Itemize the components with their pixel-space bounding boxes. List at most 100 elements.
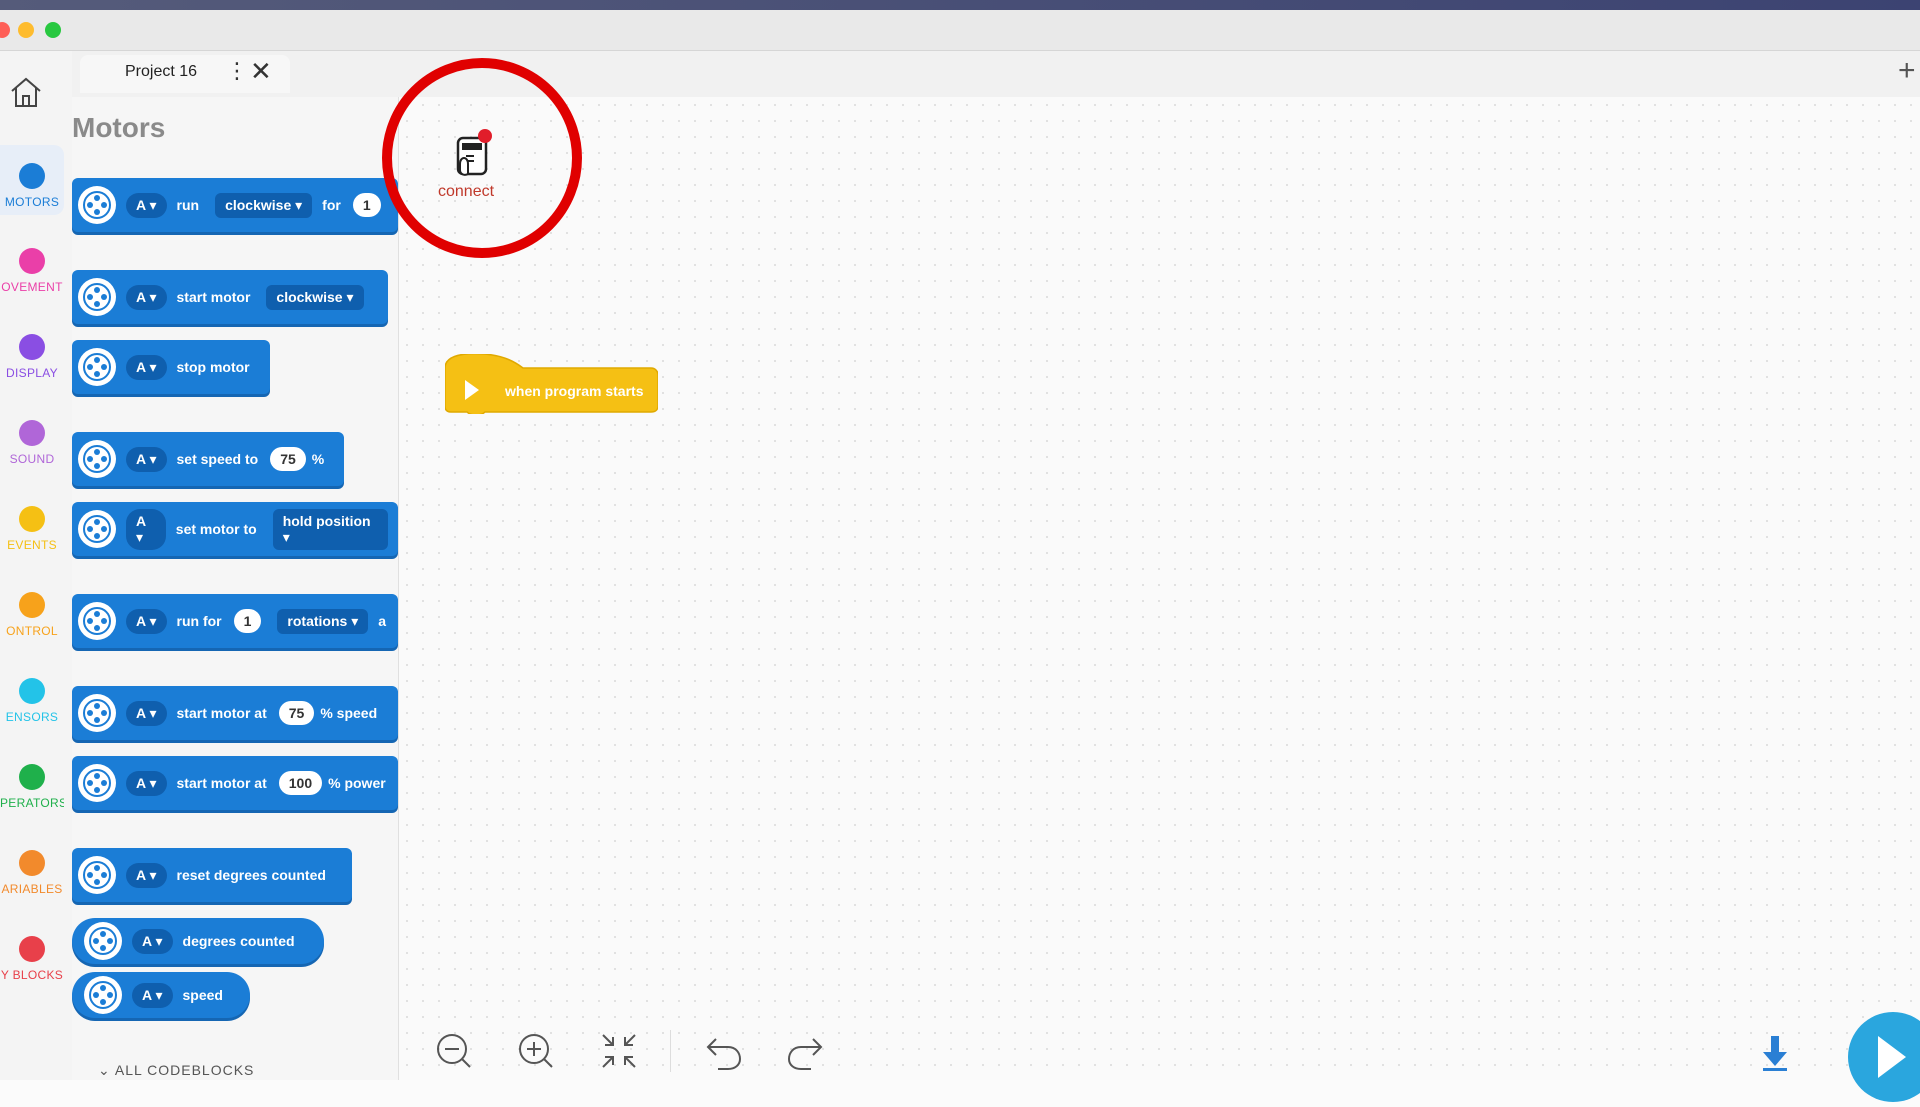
- minimize-window-button[interactable]: [18, 22, 34, 38]
- category-display[interactable]: DISPLAY: [0, 334, 64, 380]
- motor-icon: [78, 694, 116, 732]
- new-tab-icon[interactable]: +: [1898, 56, 1916, 86]
- direction-dropdown[interactable]: clockwise ▾: [215, 192, 313, 218]
- tab-close-icon[interactable]: ✕: [250, 58, 272, 84]
- reporter-degrees-counted[interactable]: A ▾ degrees counted: [72, 918, 324, 964]
- category-operators[interactable]: PERATORS: [0, 764, 64, 810]
- port-dropdown[interactable]: A ▾: [126, 284, 167, 310]
- download-icon[interactable]: [1755, 1032, 1795, 1072]
- port-value: A: [136, 196, 146, 213]
- category-label: SOUND: [9, 452, 55, 466]
- tab-bar: [72, 51, 1920, 97]
- speed-input[interactable]: 75: [278, 701, 315, 725]
- category-sound[interactable]: SOUND: [0, 420, 64, 466]
- block-run-for[interactable]: A ▾ run clockwise ▾ for 1: [72, 178, 398, 232]
- block-text: run for: [176, 613, 222, 629]
- zoom-window-button[interactable]: [45, 22, 61, 38]
- zoom-out-icon[interactable]: [433, 1030, 475, 1072]
- port-value: A: [136, 612, 146, 629]
- category-dot: [19, 506, 45, 532]
- block-start-motor-speed[interactable]: A ▾ start motor at 75 % speed: [72, 686, 398, 740]
- redo-icon[interactable]: [784, 1030, 826, 1072]
- block-stop-motor[interactable]: A ▾ stop motor: [72, 340, 270, 394]
- port-value: A: [136, 358, 146, 375]
- category-sensors[interactable]: ENSORS: [0, 678, 64, 724]
- window-titlebar: [0, 10, 1920, 51]
- port-value: A: [136, 866, 146, 883]
- tab-menu-icon[interactable]: ⋮: [226, 60, 248, 82]
- block-text: stop motor: [176, 359, 250, 375]
- port-dropdown[interactable]: A ▾: [126, 862, 167, 888]
- port-dropdown[interactable]: A ▾: [126, 354, 167, 380]
- power-input[interactable]: 100: [278, 771, 323, 795]
- stop-action-value: hold position: [282, 512, 371, 529]
- motor-icon: [78, 510, 116, 548]
- block-reset-degrees[interactable]: A ▾ reset degrees counted: [72, 848, 352, 902]
- port-dropdown[interactable]: A ▾: [126, 700, 167, 726]
- block-text: speed: [182, 987, 223, 1003]
- menu-bar: [0, 0, 1920, 10]
- block-start-motor-power[interactable]: A ▾ start motor at 100 % power: [72, 756, 398, 810]
- port-value: A: [136, 704, 146, 721]
- category-dot: [19, 248, 45, 274]
- reporter-speed[interactable]: A ▾ speed: [72, 972, 250, 1018]
- play-button[interactable]: [1848, 1012, 1920, 1102]
- close-window-button[interactable]: [0, 22, 10, 38]
- direction-dropdown[interactable]: clockwise ▾: [266, 284, 364, 310]
- port-dropdown[interactable]: A ▾: [126, 446, 167, 472]
- port-dropdown[interactable]: A ▾: [132, 928, 173, 954]
- category-my-blocks[interactable]: Y BLOCKS: [0, 936, 64, 982]
- category-dot: [19, 936, 45, 962]
- fit-to-screen-icon[interactable]: [598, 1030, 640, 1072]
- category-dot: [19, 334, 45, 360]
- block-set-speed[interactable]: A ▾ set speed to 75 %: [72, 432, 344, 486]
- chevron-down-icon: ⌄: [98, 1062, 111, 1078]
- port-dropdown[interactable]: A ▾: [126, 192, 167, 218]
- code-canvas[interactable]: [399, 97, 1920, 1080]
- project-tab-title[interactable]: Project 16: [125, 63, 197, 81]
- port-dropdown[interactable]: A ▾: [126, 770, 167, 796]
- category-variables[interactable]: ARIABLES: [0, 850, 64, 896]
- speed-input[interactable]: 75: [270, 447, 306, 471]
- palette-title: Motors: [72, 112, 166, 143]
- port-dropdown[interactable]: A ▾: [132, 982, 173, 1008]
- category-events[interactable]: EVENTS: [0, 506, 64, 552]
- port-dropdown[interactable]: A ▾: [126, 608, 167, 634]
- category-label: ENSORS: [5, 710, 59, 724]
- stop-action-dropdown[interactable]: hold position ▾: [272, 508, 388, 550]
- undo-icon[interactable]: [703, 1030, 745, 1072]
- unit-dropdown[interactable]: rotations ▾: [277, 608, 369, 634]
- category-dot: [19, 678, 45, 704]
- motor-icon: [78, 186, 116, 224]
- zoom-in-icon[interactable]: [515, 1030, 557, 1072]
- amount-input[interactable]: 1: [233, 609, 262, 633]
- block-text: set motor to: [175, 521, 257, 537]
- home-icon[interactable]: [8, 74, 44, 110]
- category-control[interactable]: ONTROL: [0, 592, 64, 638]
- number-input[interactable]: 1: [352, 193, 381, 217]
- category-label: ARIABLES: [1, 882, 63, 896]
- port-value: A: [136, 450, 146, 467]
- port-value: A: [142, 986, 152, 1003]
- unit-value: rotations: [287, 612, 348, 629]
- block-run-for-rotations[interactable]: A ▾ run for 1 rotations ▾ a: [72, 594, 398, 648]
- category-dot: [19, 850, 45, 876]
- category-motors[interactable]: MOTORS: [0, 145, 64, 215]
- motor-icon: [84, 922, 122, 960]
- port-dropdown[interactable]: A ▾: [126, 508, 166, 550]
- block-text: a: [378, 613, 387, 629]
- motor-icon: [78, 278, 116, 316]
- block-start-motor[interactable]: A ▾ start motor clockwise ▾: [72, 270, 388, 324]
- motor-icon: [78, 348, 116, 386]
- direction-value: clockwise: [225, 196, 292, 213]
- category-label: MOTORS: [4, 195, 60, 209]
- all-codeblocks-toggle[interactable]: ⌄ ALL CODEBLOCKS: [98, 1062, 254, 1079]
- block-text: degrees counted: [182, 933, 295, 949]
- category-label: PERATORS: [0, 796, 64, 810]
- category-movement[interactable]: OVEMENT: [0, 248, 64, 294]
- category-label: OVEMENT: [1, 280, 63, 294]
- block-text: start motor: [176, 289, 251, 305]
- category-label: Y BLOCKS: [0, 968, 64, 982]
- category-label: DISPLAY: [6, 366, 58, 380]
- block-set-motor-to[interactable]: A ▾ set motor to hold position ▾: [72, 502, 398, 556]
